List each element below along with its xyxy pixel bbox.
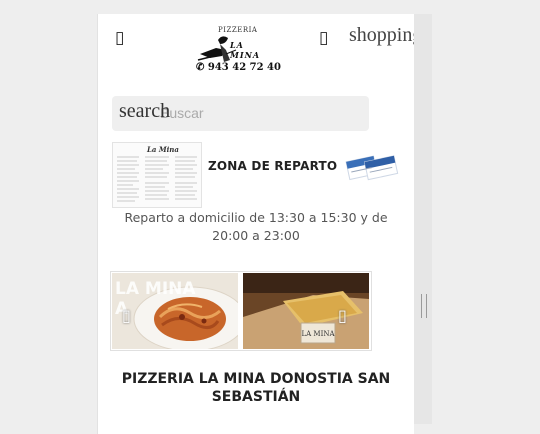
delivery-hours-text: Reparto a domicilio de 13:30 a 15:30 y d…	[124, 210, 388, 243]
pizza-box-photo: LA MINA	[243, 273, 369, 349]
menu-card-image[interactable]: La Mina	[112, 142, 202, 208]
menu-icon[interactable]: ▯	[115, 28, 124, 48]
logo-phone: ✆ 943 42 72 40	[196, 62, 281, 73]
phone-icon: ✆	[196, 62, 205, 73]
logo[interactable]: PIZZERIA LA MINA ✆ 943 42 72 40	[196, 26, 281, 78]
svg-text:LA MINA: LA MINA	[301, 330, 335, 338]
resize-handle[interactable]	[421, 294, 427, 318]
image-gallery[interactable]: LA MINA A LA MINA	[110, 271, 372, 351]
shopping-label[interactable]: shopping	[349, 24, 414, 47]
search-input[interactable]: Buscar search	[112, 96, 369, 131]
delivery-zone-title[interactable]: ZONA DE REPARTO	[208, 159, 337, 173]
delivery-cards-graphic	[345, 155, 399, 181]
phone-number: 943 42 72 40	[207, 62, 281, 73]
menu-card-lines	[117, 156, 197, 202]
gallery-next-button[interactable]: ▯	[338, 306, 347, 325]
search-icon[interactable]: search	[119, 100, 170, 123]
gallery-prev-button[interactable]: ▯	[122, 306, 131, 325]
scrollbar-track[interactable]	[414, 14, 432, 424]
cart-icon[interactable]: ▯	[319, 28, 328, 48]
mobile-viewport: ▯ PIZZERIA LA MINA ✆ 943 42 72 40 ▯ shop…	[98, 14, 414, 434]
page-title: PIZZERIA LA MINA DONOSTIA SAN SEBASTIÁN	[121, 371, 391, 405]
delivery-cards-image	[344, 146, 406, 190]
logo-name: LA MINA	[230, 40, 261, 60]
